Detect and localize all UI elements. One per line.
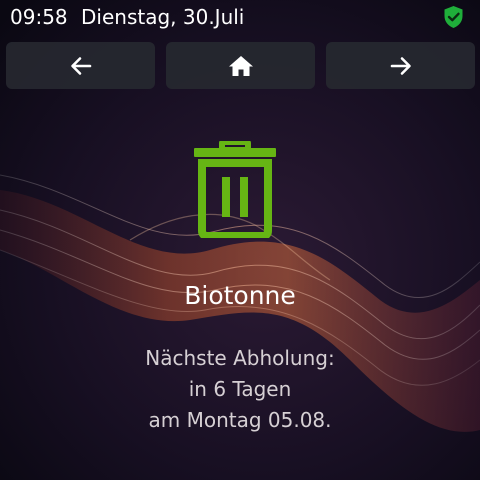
bin-title: Biotonne	[184, 281, 296, 310]
pickup-date: am Montag 05.08.	[148, 408, 332, 432]
home-button[interactable]	[166, 42, 315, 89]
status-bar: 09:58 Dienstag, 30.Juli	[0, 0, 480, 36]
forward-button[interactable]	[326, 42, 475, 89]
back-button[interactable]	[6, 42, 155, 89]
trash-bin-icon	[194, 141, 276, 238]
status-date: Dienstag, 30.Juli	[81, 5, 245, 29]
home-icon	[228, 55, 253, 76]
arrow-left-icon	[70, 56, 91, 75]
arrow-right-icon	[390, 56, 411, 75]
status-time: 09:58	[10, 5, 68, 29]
pickup-label: Nächste Abholung:	[145, 346, 335, 370]
pickup-days: in 6 Tagen	[188, 377, 292, 401]
shield-check-icon	[444, 6, 463, 28]
